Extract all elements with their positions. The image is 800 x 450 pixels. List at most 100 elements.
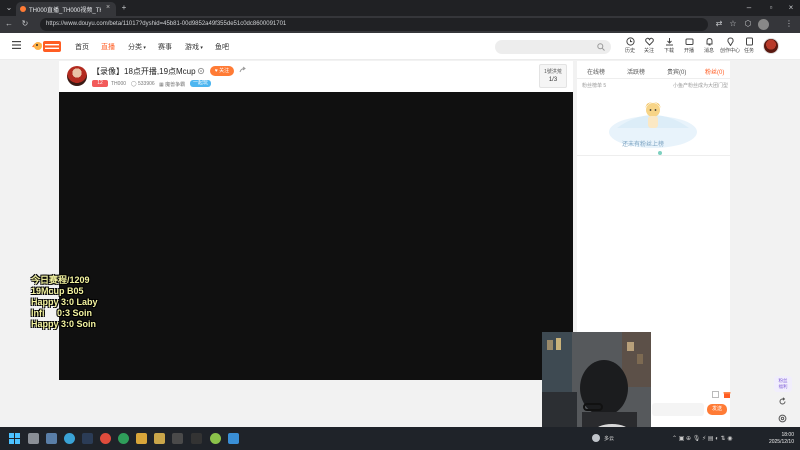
chevron-down-icon: ▾	[142, 45, 146, 51]
browser-menu-icon[interactable]: ⋮	[784, 20, 794, 28]
webcam-overlay	[542, 332, 651, 440]
tasks-label: 任务	[743, 48, 754, 54]
hamburger-menu-icon[interactable]	[12, 41, 21, 49]
tab-vip[interactable]: 贵宾(0)	[667, 67, 686, 76]
messages-button[interactable]: 消息	[698, 37, 720, 54]
weather-icon[interactable]	[592, 434, 600, 442]
schedule-line: Infi 0:3 Soin	[31, 308, 93, 318]
bell-icon	[706, 37, 712, 46]
webcam-image	[542, 332, 651, 440]
nav-yuba[interactable]: 鱼吧	[215, 42, 229, 52]
rank-box[interactable]: 1號洪荒 1/3	[539, 64, 567, 88]
start-stream-label: 开播	[683, 48, 694, 54]
fans-rank-row: 粉丝榜单 5 小鱼产粉丝成为大团门型	[582, 82, 728, 91]
clock-icon	[625, 37, 635, 46]
profile-icon[interactable]	[758, 19, 769, 30]
streamer-name[interactable]: TH000	[111, 81, 126, 87]
chrome-icon[interactable]	[100, 433, 111, 444]
side-tools: 粉丝 福利	[774, 376, 792, 426]
app-icon[interactable]	[210, 433, 221, 444]
app-icon[interactable]	[82, 433, 93, 444]
settings-gear-icon[interactable]	[197, 67, 205, 75]
nav-live[interactable]: 直播	[101, 42, 115, 52]
nav-games[interactable]: 游戏 ▾	[185, 42, 203, 52]
url-text: https://www.douyu.com/beta/11017?dyshid=…	[46, 21, 287, 27]
follow-button[interactable]: ♥ 关注	[210, 66, 234, 76]
fans-rank-label: 粉丝榜单 5	[582, 82, 606, 89]
minimize-icon[interactable]: –	[744, 4, 754, 12]
browser-tab[interactable]: TH000直播_TH000视频_TH000 ×	[16, 2, 116, 16]
user-avatar[interactable]	[763, 38, 779, 54]
reload-icon[interactable]: ↻	[20, 20, 30, 28]
room-title: 【录像】18点开播,19点Mcup	[92, 67, 196, 76]
tab-close-icon[interactable]: ×	[106, 4, 110, 11]
category-link[interactable]: ▦ 魔兽争霸	[159, 81, 185, 88]
streamer-avatar[interactable]	[67, 66, 87, 86]
schedule-line: Happy 3:0 Laby	[31, 297, 98, 307]
tab-fans[interactable]: 粉丝(0)	[705, 67, 724, 76]
download-label: 下载	[663, 48, 674, 54]
schedule-line: 19Mcup B05	[31, 286, 84, 296]
translate-icon[interactable]: ⇄	[714, 20, 724, 28]
video-player[interactable]: 今日赛程/1209 19Mcup B05 Happy 3:0 Laby Infi…	[31, 92, 573, 380]
nav-games-label: 游戏	[185, 44, 199, 51]
fans-benefit-button[interactable]: 粉丝 福利	[774, 376, 792, 392]
app-icon[interactable]	[228, 433, 239, 444]
address-bar[interactable]: https://www.douyu.com/beta/11017?dyshid=…	[40, 18, 708, 31]
start-stream-button[interactable]: 开播	[678, 37, 700, 54]
tasks-button[interactable]: 任务	[738, 37, 760, 54]
tab-title: TH000直播_TH000视频_TH000	[29, 8, 101, 14]
extensions-icon[interactable]: ⬡	[743, 20, 753, 28]
browser-tabstrip: ⌄ TH000直播_TH000视频_TH000 × + – ▫ ×	[0, 0, 800, 16]
task-view-icon[interactable]	[46, 433, 57, 444]
share-arrow-icon[interactable]	[239, 66, 247, 74]
edge-browser-icon[interactable]	[64, 433, 75, 444]
app-icon[interactable]	[136, 433, 147, 444]
tag-badge[interactable]: 一起玩	[190, 80, 212, 87]
rank-label: 1號洪荒	[544, 69, 562, 75]
gift-icon[interactable]	[723, 390, 731, 398]
system-clock[interactable]: 18:00 2025/12/10	[762, 432, 794, 446]
nav-category[interactable]: 分类 ▾	[128, 42, 146, 52]
fans-count: ◯ 533906	[131, 81, 155, 87]
chat-input[interactable]	[652, 403, 704, 416]
tab-online-rank[interactable]: 在线榜	[587, 67, 605, 76]
tab-active-rank[interactable]: 活跃榜	[627, 67, 645, 76]
app-icon[interactable]	[172, 433, 183, 444]
app-icon[interactable]	[118, 433, 129, 444]
follow-button-label: 关注	[219, 68, 230, 74]
send-button[interactable]: 发送	[707, 404, 727, 415]
browser-toolbar: ← ↻ https://www.douyu.com/beta/11017?dys…	[0, 16, 800, 33]
chat-tabs: 在线榜 活跃榜 贵宾(0) 粉丝(0)	[577, 61, 730, 79]
tab-search-icon[interactable]: ⌄	[4, 4, 14, 12]
settings-icon[interactable]	[778, 414, 787, 423]
maximize-icon[interactable]: ▫	[766, 4, 776, 12]
schedule-line: Happy 3:0 Soin	[31, 319, 97, 329]
nav-events[interactable]: 赛事	[158, 42, 172, 52]
refresh-icon[interactable]	[778, 397, 787, 406]
level-badge: 12	[92, 80, 108, 87]
douyu-logo[interactable]	[30, 39, 62, 54]
search-input[interactable]	[495, 40, 611, 54]
new-tab-icon[interactable]: +	[119, 4, 129, 12]
windows-start-icon[interactable]	[9, 433, 20, 444]
location-pin-icon	[726, 37, 734, 46]
follow-list-button[interactable]: 关注	[638, 37, 660, 54]
task-icon	[745, 37, 753, 46]
close-window-icon[interactable]: ×	[786, 4, 796, 12]
bookmark-star-icon[interactable]: ☆	[728, 20, 738, 28]
nav-home[interactable]: 首页	[75, 42, 89, 52]
back-icon[interactable]: ←	[4, 20, 14, 28]
app-icon[interactable]	[191, 433, 202, 444]
tray-icons[interactable]: ⌃ ▣ ⊕ 🎙 ⚡ ▤ ◐ ⇅ ◉	[672, 435, 732, 442]
room-info-panel: 【录像】18点开播,19点Mcup ♥ 关注 12 TH000 ◯ 533906…	[59, 61, 573, 92]
follow-list-label: 关注	[643, 48, 654, 54]
search-icon[interactable]	[597, 43, 605, 51]
download-button[interactable]: 下载	[658, 37, 680, 54]
chat-option-checkbox[interactable]	[712, 391, 719, 398]
person-icon: ◯	[131, 81, 138, 87]
schedule-overlay: 今日赛程/1209 19Mcup B05 Happy 3:0 Laby Infi…	[31, 275, 151, 330]
app-icon[interactable]	[154, 433, 165, 444]
clock-date: 2025/12/10	[768, 439, 794, 445]
search-taskbar-icon[interactable]	[28, 433, 39, 444]
